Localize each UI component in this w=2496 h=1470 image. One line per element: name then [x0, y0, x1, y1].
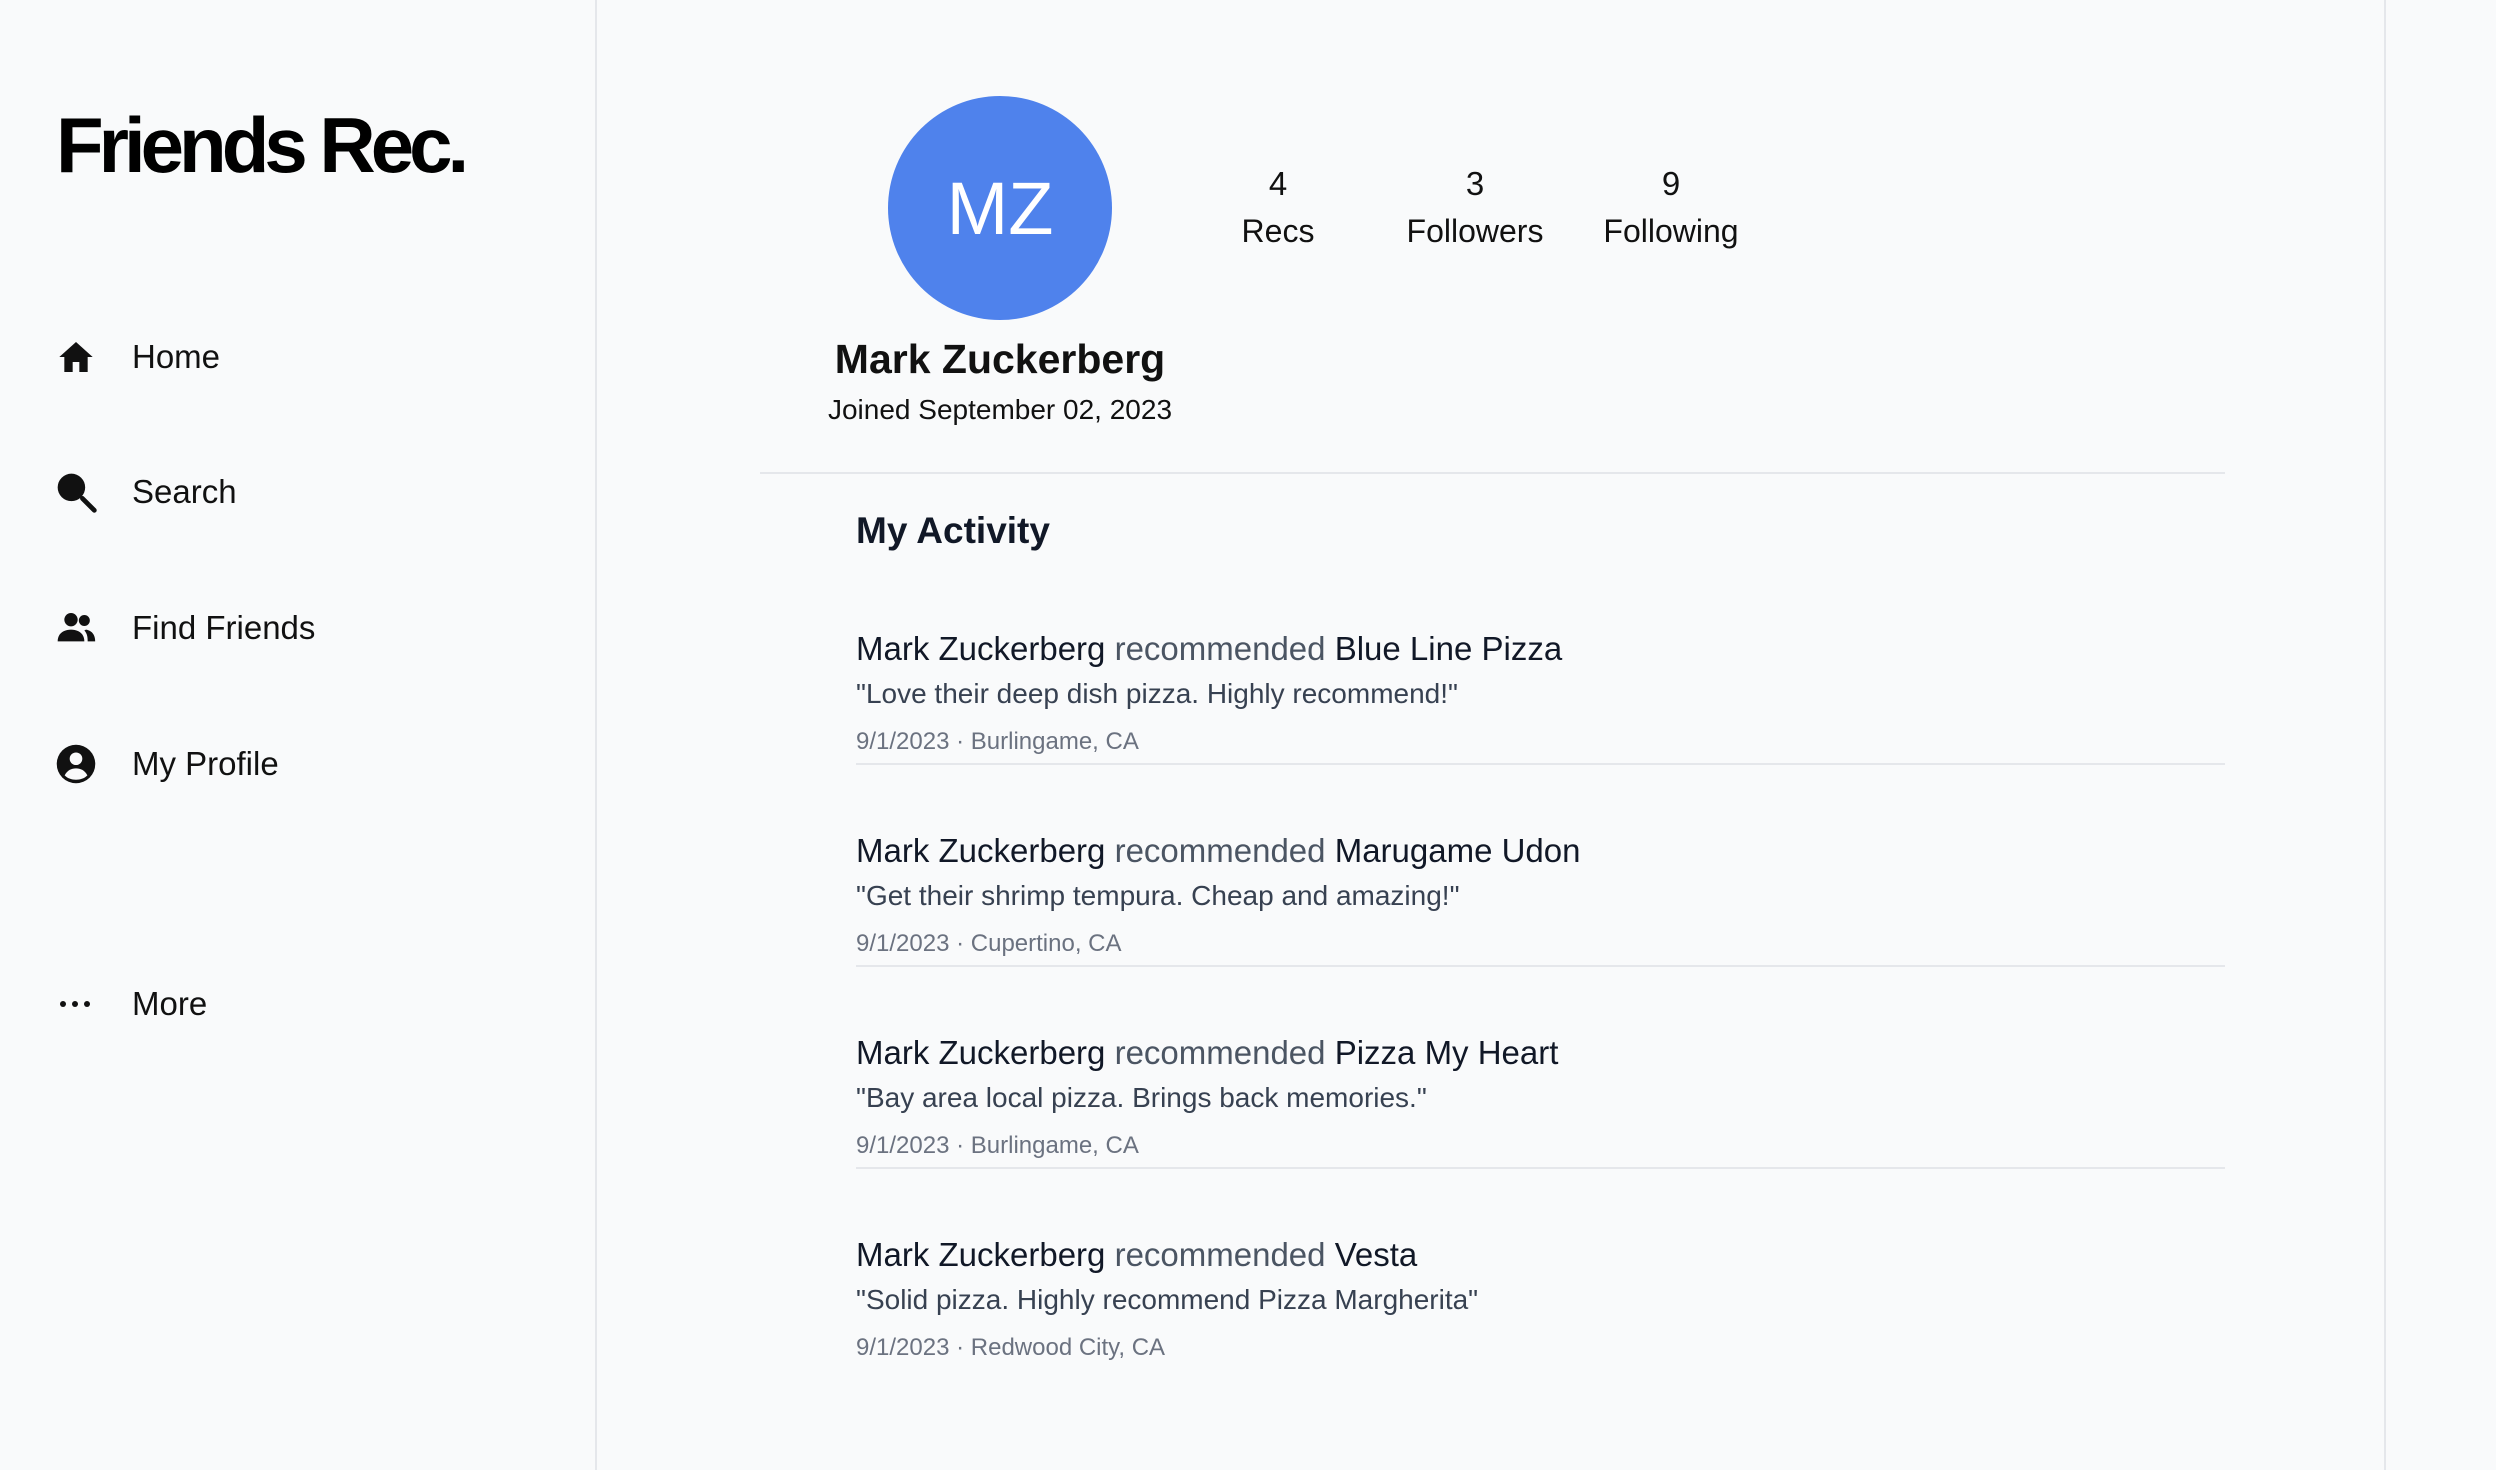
- sidebar-item-home[interactable]: Home: [52, 322, 220, 392]
- activity-verb: recommended: [1114, 630, 1326, 667]
- activity-user-link[interactable]: Mark Zuckerberg: [856, 1236, 1105, 1273]
- activity-place-link[interactable]: Vesta: [1335, 1236, 1418, 1273]
- activity-item: Mark Zuckerberg recommended Blue Line Pi…: [856, 630, 2225, 765]
- people-icon: [52, 604, 100, 652]
- avatar-initials: MZ: [946, 166, 1054, 250]
- sidebar-item-my-profile[interactable]: My Profile: [52, 729, 279, 799]
- activity-item: Mark Zuckerberg recommended Pizza My Hea…: [856, 1034, 2225, 1169]
- activity-quote: "Love their deep dish pizza. Highly reco…: [856, 678, 1458, 709]
- activity-user-link[interactable]: Mark Zuckerberg: [856, 832, 1105, 869]
- meta-separator: ·: [956, 728, 965, 755]
- more-horizontal-icon: [52, 980, 100, 1028]
- sidebar-item-label: Search: [132, 473, 237, 510]
- activity-headline: Mark Zuckerberg recommended Pizza My Hea…: [856, 1034, 1558, 1072]
- activity-verb: recommended: [1114, 1034, 1326, 1071]
- activity-meta: 9/1/2023 · Burlingame, CA: [856, 1132, 1139, 1160]
- sidebar-item-label: My Profile: [132, 745, 279, 782]
- activity-section-title: My Activity: [856, 510, 1050, 551]
- meta-separator: ·: [956, 930, 965, 957]
- search-icon: [52, 468, 100, 516]
- activity-item: Mark Zuckerberg recommended Marugame Udo…: [856, 832, 2225, 967]
- activity-date: 9/1/2023: [856, 930, 950, 957]
- stat-following[interactable]: 9 Following: [1581, 162, 1761, 256]
- activity-user-link[interactable]: Mark Zuckerberg: [856, 630, 1105, 667]
- sidebar: Friends Rec. Home Search Find Friends My…: [0, 0, 597, 1470]
- activity-user-link[interactable]: Mark Zuckerberg: [856, 1034, 1105, 1071]
- activity-quote: "Solid pizza. Highly recommend Pizza Mar…: [856, 1284, 1479, 1315]
- activity-place-link[interactable]: Blue Line Pizza: [1335, 630, 1562, 667]
- activity-headline: Mark Zuckerberg recommended Marugame Udo…: [856, 832, 1581, 870]
- activity-location: Redwood City, CA: [970, 1334, 1166, 1361]
- activity-quote: "Bay area local pizza. Brings back memor…: [856, 1082, 1427, 1113]
- stat-followers[interactable]: 3 Followers: [1385, 162, 1565, 256]
- stat-label: Following: [1603, 213, 1739, 249]
- header-divider: [760, 472, 2225, 474]
- stat-label: Followers: [1406, 213, 1544, 249]
- activity-meta: 9/1/2023 · Redwood City, CA: [856, 1334, 1165, 1362]
- activity-place-link[interactable]: Marugame Udon: [1335, 832, 1581, 869]
- stat-count: 9: [1661, 165, 1681, 202]
- activity-date: 9/1/2023: [856, 728, 950, 755]
- activity-meta: 9/1/2023 · Cupertino, CA: [856, 930, 1122, 958]
- profile-joined-date: Joined September 02, 2023: [827, 394, 1173, 425]
- activity-quote: "Get their shrimp tempura. Cheap and ama…: [856, 880, 1460, 911]
- account-circle-icon: [52, 740, 100, 788]
- stat-count: 3: [1465, 165, 1485, 202]
- content-right-border: [2384, 0, 2386, 1470]
- meta-separator: ·: [956, 1334, 965, 1361]
- stat-count: 4: [1268, 165, 1288, 202]
- profile-name: Mark Zuckerberg: [834, 336, 1166, 382]
- meta-separator: ·: [956, 1132, 965, 1159]
- sidebar-item-label: Home: [132, 338, 221, 375]
- activity-item: Mark Zuckerberg recommended Vesta "Solid…: [856, 1236, 2225, 1371]
- sidebar-item-search[interactable]: Search: [52, 457, 237, 527]
- sidebar-item-label: More: [132, 985, 208, 1022]
- activity-headline: Mark Zuckerberg recommended Blue Line Pi…: [856, 630, 1562, 668]
- sidebar-item-label: Find Friends: [132, 609, 316, 646]
- activity-place-link[interactable]: Pizza My Heart: [1335, 1034, 1559, 1071]
- activity-meta: 9/1/2023 · Burlingame, CA: [856, 728, 1139, 756]
- app-logo[interactable]: Friends Rec.: [56, 100, 469, 191]
- activity-headline: Mark Zuckerberg recommended Vesta: [856, 1236, 1417, 1274]
- app-root: Friends Rec. Home Search Find Friends My…: [0, 0, 2496, 1470]
- activity-verb: recommended: [1114, 832, 1326, 869]
- activity-date: 9/1/2023: [856, 1334, 950, 1361]
- home-icon: [52, 333, 100, 381]
- activity-location: Burlingame, CA: [970, 728, 1139, 755]
- stat-recs[interactable]: 4 Recs: [1188, 162, 1368, 256]
- activity-verb: recommended: [1114, 1236, 1326, 1273]
- sidebar-item-more[interactable]: More: [52, 969, 207, 1039]
- activity-date: 9/1/2023: [856, 1132, 950, 1159]
- sidebar-item-find-friends[interactable]: Find Friends: [52, 593, 315, 663]
- activity-location: Cupertino, CA: [970, 930, 1122, 957]
- activity-location: Burlingame, CA: [970, 1132, 1139, 1159]
- avatar[interactable]: MZ: [888, 96, 1112, 320]
- stat-label: Recs: [1241, 213, 1315, 249]
